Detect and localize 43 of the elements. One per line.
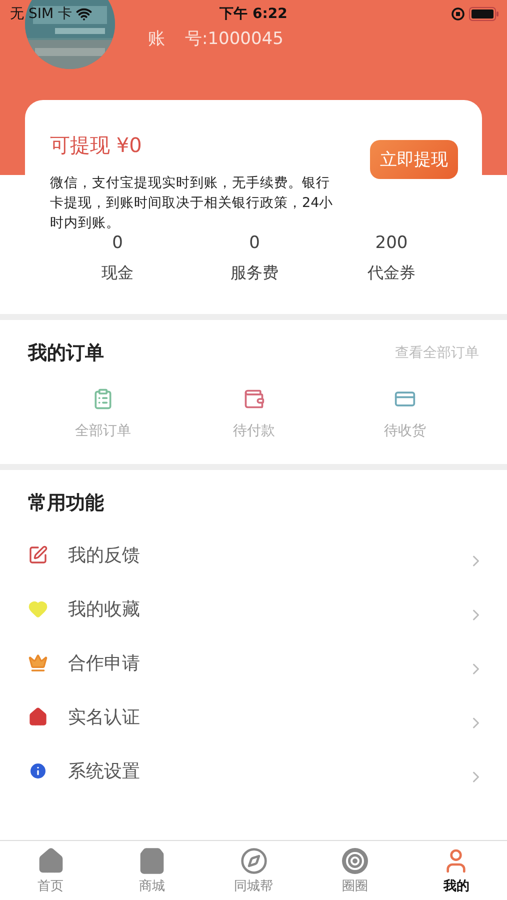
- order-label[interactable]: 待付款: [233, 422, 275, 440]
- rotation-lock-icon: [451, 7, 465, 21]
- battery-icon: [469, 7, 499, 21]
- tab-item[interactable]: 商城: [101, 841, 203, 900]
- home-icon: [36, 846, 65, 874]
- edit-icon: [28, 545, 48, 565]
- balance-title: 可提现 ¥0: [50, 132, 142, 159]
- status-time: 下午 6:22: [220, 5, 288, 23]
- swirl-icon: [340, 846, 369, 874]
- section-title: 常用功能: [28, 491, 104, 516]
- view-all-link[interactable]: 查看全部订单: [395, 344, 479, 362]
- wifi-icon: [76, 6, 92, 22]
- menu-item[interactable]: 实名认证: [68, 705, 467, 729]
- carrier-text: 无 SIM 卡: [10, 5, 72, 23]
- menu-item[interactable]: 我的反馈: [68, 543, 467, 567]
- stat-value: 200: [375, 233, 408, 253]
- stat-value: 0: [112, 233, 123, 253]
- withdraw-button[interactable]: 立即提现: [370, 140, 458, 179]
- stat-value: 0: [249, 233, 260, 253]
- tab-item[interactable]: 首页: [0, 841, 102, 900]
- heart-icon: [28, 599, 48, 619]
- order-label[interactable]: 待收货: [384, 422, 426, 440]
- tab-item[interactable]: 我的: [406, 841, 507, 900]
- account-label: 账: [148, 28, 165, 50]
- house-icon: [28, 707, 48, 727]
- compass-icon: [240, 846, 268, 874]
- bag-icon: [138, 846, 166, 874]
- menu-item[interactable]: 合作申请: [68, 651, 467, 675]
- menu-item[interactable]: 我的收藏: [68, 597, 467, 621]
- info-icon: [28, 761, 48, 781]
- stat-label: 服务费: [230, 263, 278, 284]
- menu-item[interactable]: 系统设置: [68, 759, 467, 783]
- crown-icon: [28, 653, 48, 673]
- section-title: 我的订单: [28, 341, 104, 366]
- wallet-icon: [243, 388, 265, 410]
- clipboard-icon: [92, 388, 114, 410]
- tab-item[interactable]: 圈圈: [304, 841, 406, 900]
- stat-label: 现金: [102, 263, 134, 284]
- stat-label: 代金券: [368, 263, 416, 284]
- order-label[interactable]: 全部订单: [75, 422, 131, 440]
- tab-item[interactable]: 同城帮: [202, 841, 304, 900]
- withdraw-note: 微信，支付宝提现实时到账，无手续费。银行卡提现，到账时间取决于相关银行政策，24小时内到账。: [50, 174, 334, 233]
- account-number: 号:1000045: [185, 28, 284, 50]
